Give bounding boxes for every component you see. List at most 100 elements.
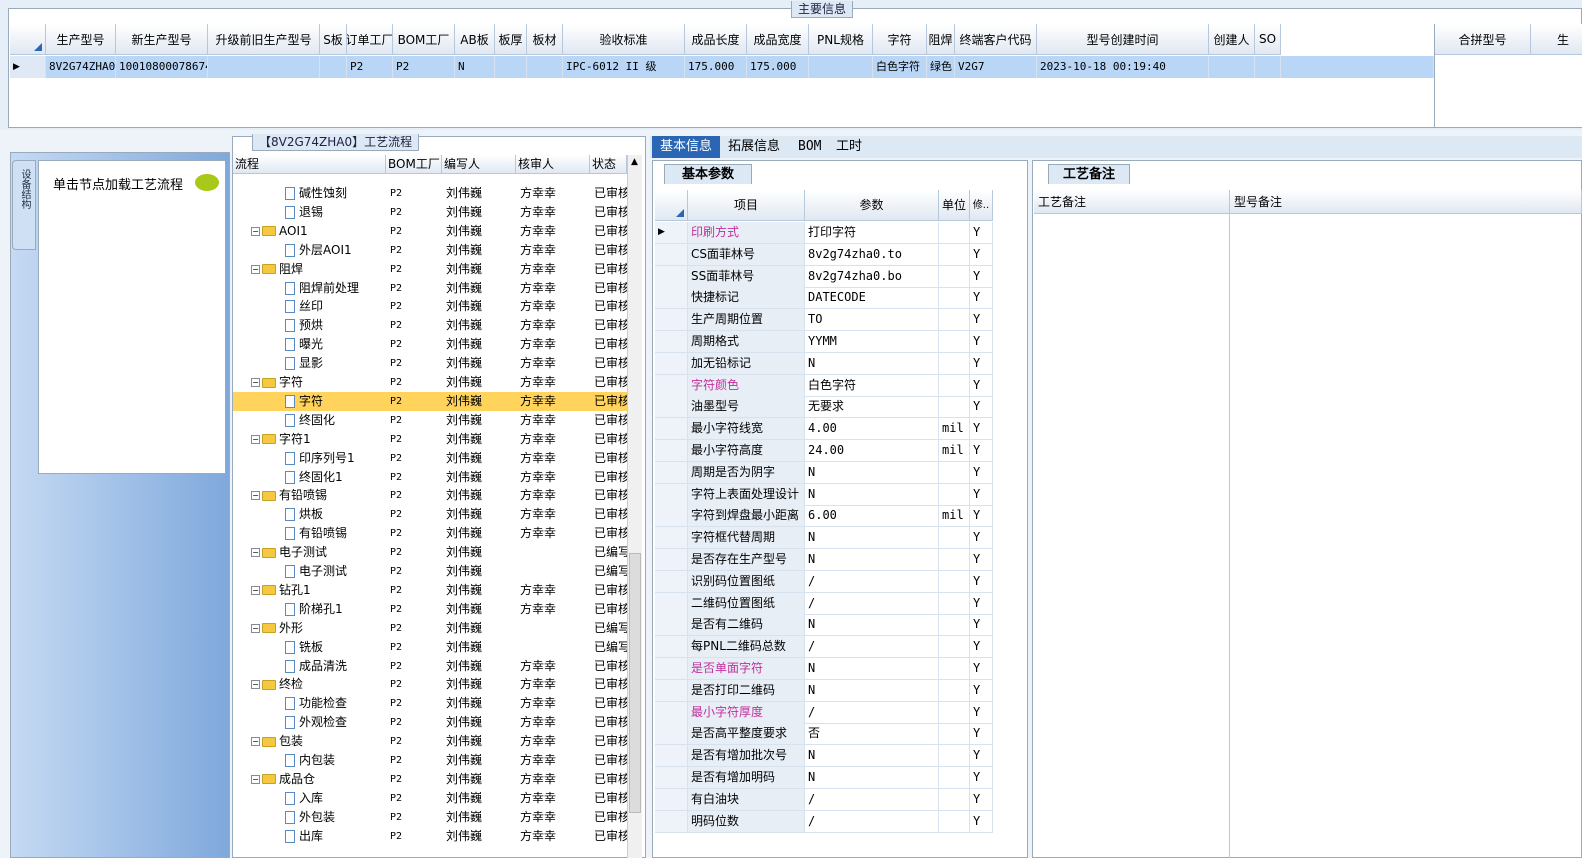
collapse-icon[interactable]: − — [251, 680, 260, 690]
param-row-indicator[interactable] — [655, 658, 688, 680]
device-structure-tab[interactable]: 设备结构 — [12, 160, 36, 250]
collapse-icon[interactable]: − — [251, 737, 260, 747]
tree-col-header[interactable]: 状态 — [590, 155, 627, 174]
param-row[interactable]: 字符上表面处理设计 N Y — [655, 483, 1023, 506]
tree-row[interactable]: 丝印 P2 刘伟巍 方幸幸 已审核 — [233, 297, 627, 316]
main-cell[interactable] — [1209, 56, 1255, 78]
main-col-header[interactable]: 字符 — [873, 24, 927, 55]
tree-row[interactable]: 碱性蚀刻 P2 刘伟巍 方幸幸 已审核 — [233, 184, 627, 203]
param-row-indicator[interactable] — [655, 243, 688, 266]
main-cell[interactable]: IPC-6012 II 级 — [563, 56, 685, 78]
tree-row[interactable]: − 阻焊 P2 刘伟巍 方幸幸 已审核 — [233, 260, 627, 279]
param-cell-value[interactable]: 无要求 — [805, 396, 939, 419]
param-cell-value[interactable]: / — [805, 810, 939, 833]
main-cell[interactable]: V2G7 — [955, 56, 1037, 78]
param-row-indicator[interactable] — [655, 265, 688, 288]
param-cell-value[interactable]: N — [805, 658, 939, 680]
tree-row[interactable]: − 字符1 P2 刘伟巍 方幸幸 已审核 — [233, 430, 627, 449]
tree-row[interactable]: 有铅喷锡 P2 刘伟巍 方幸幸 已审核 — [233, 524, 627, 543]
tab-bom[interactable]: BOM — [790, 136, 829, 158]
param-cell-value[interactable]: N — [805, 483, 939, 506]
param-cell-value[interactable]: DATECODE — [805, 287, 939, 310]
tree-col-header[interactable]: 编写人 — [442, 155, 516, 174]
model-remark-header[interactable]: 型号备注 — [1230, 190, 1582, 214]
param-cell-value[interactable]: YYMM — [805, 331, 939, 353]
param-cell-value[interactable]: / — [805, 592, 939, 615]
param-cell-value[interactable]: 打印字符 — [805, 222, 939, 244]
param-row[interactable]: 是否高平整度要求否 Y — [655, 723, 1023, 746]
param-row[interactable]: SS面菲林号 8v2g74zha0.bo Y — [655, 265, 1023, 288]
param-cell-value[interactable]: / — [805, 788, 939, 811]
tree-row[interactable]: 电子测试 P2 刘伟巍 已编写 — [233, 562, 627, 581]
main-col-header[interactable]: 板厚 — [495, 24, 527, 55]
tree-row[interactable]: 退锡 P2 刘伟巍 方幸幸 已审核 — [233, 203, 627, 222]
tree-row[interactable]: 显影 P2 刘伟巍 方幸幸 已审核 — [233, 354, 627, 373]
param-cell-value[interactable]: N — [805, 679, 939, 702]
main-cell[interactable]: N — [455, 56, 495, 78]
load-process-box[interactable]: 单击节点加载工艺流程 — [38, 160, 226, 474]
main-col-header[interactable]: 阻焊 — [927, 24, 955, 55]
main-cell[interactable]: 8V2G74ZHA0 — [46, 56, 116, 78]
tree-row[interactable]: 阶梯孔1 P2 刘伟巍 方幸幸 已审核 — [233, 600, 627, 619]
merge-model-header[interactable]: 合拼型号 — [1435, 24, 1531, 55]
param-row[interactable]: 字符颜色 白色字符 Y — [655, 374, 1023, 397]
param-row[interactable]: 生产周期位置 TO Y — [655, 309, 1023, 332]
main-cell[interactable] — [320, 56, 347, 78]
param-row-indicator[interactable] — [655, 418, 688, 441]
param-cell-value[interactable]: N — [805, 549, 939, 571]
param-row[interactable]: 明码位数 / Y — [655, 810, 1023, 833]
tree-row[interactable]: 曝光 P2 刘伟巍 方幸幸 已审核 — [233, 335, 627, 354]
param-row-indicator[interactable] — [655, 483, 688, 506]
param-row[interactable]: 是否单面字符 N Y — [655, 658, 1023, 680]
main-col-header[interactable]: 新生产型号 — [116, 24, 208, 55]
param-row-indicator[interactable] — [655, 636, 688, 659]
param-row-indicator[interactable] — [655, 352, 688, 375]
tree-row[interactable]: 外层AOI1 P2 刘伟巍 方幸幸 已审核 — [233, 241, 627, 260]
tree-row[interactable]: 入库 P2 刘伟巍 方幸幸 已审核 — [233, 789, 627, 808]
param-row-indicator[interactable] — [655, 549, 688, 571]
collapse-icon[interactable]: − — [251, 623, 260, 633]
main-info-grid[interactable]: 生产型号 新生产型号 升级前旧生产型号 S板 订单工厂 BOM工厂 AB板 板厚 板材 验收标准成… — [10, 24, 1434, 127]
main-cell[interactable]: 175.000 — [747, 56, 809, 78]
tree-row[interactable]: 烘板 P2 刘伟巍 方幸幸 已审核 — [233, 505, 627, 524]
param-row-indicator[interactable] — [655, 701, 688, 724]
tree-row[interactable]: 功能检查 P2 刘伟巍 方幸幸 已审核 — [233, 694, 627, 713]
param-row[interactable]: 最小字符线宽 4.00 mil Y — [655, 418, 1023, 441]
tab-basic-info[interactable]: 基本信息 — [652, 136, 721, 158]
param-row[interactable]: 是否打印二维码 N Y — [655, 679, 1023, 702]
tree-row[interactable]: 终固化 P2 刘伟巍 方幸幸 已审核 — [233, 411, 627, 430]
main-col-header[interactable]: 订单工厂 — [347, 24, 393, 55]
param-row-indicator[interactable] — [655, 788, 688, 811]
param-row[interactable]: 加无铅标记 N Y — [655, 352, 1023, 375]
tree-row[interactable]: 外观检查 P2 刘伟巍 方幸幸 已审核 — [233, 713, 627, 732]
main-cell[interactable]: 白色字符 — [873, 56, 927, 78]
param-row-indicator[interactable] — [655, 723, 688, 746]
main-col-header[interactable]: 创建人 — [1209, 24, 1255, 55]
param-row-indicator[interactable] — [655, 527, 688, 550]
param-row[interactable]: 是否有增加明码 N Y — [655, 767, 1023, 789]
tree-row[interactable]: 出库 P2 刘伟巍 方幸幸 已审核 — [233, 827, 627, 846]
tree-col-header[interactable]: BOM工厂 — [386, 155, 442, 174]
tree-row[interactable]: 预烘 P2 刘伟巍 方幸幸 已审核 — [233, 316, 627, 335]
param-row[interactable]: CS面菲林号 8v2g74zha0.to Y — [655, 243, 1023, 266]
param-row[interactable]: 快捷标记 DATECODE Y — [655, 287, 1023, 310]
param-row-indicator[interactable] — [655, 592, 688, 615]
main-col-header[interactable]: 生产型号 — [46, 24, 116, 55]
scroll-thumb[interactable] — [629, 553, 641, 813]
collapse-icon[interactable]: − — [251, 226, 260, 236]
tree-row[interactable]: 印序列号1 P2 刘伟巍 方幸幸 已审核 — [233, 449, 627, 468]
main-col-header[interactable]: 成品长度 — [685, 24, 747, 55]
param-row[interactable]: 周期是否为阴字 N Y — [655, 461, 1023, 484]
param-row[interactable]: 字符框代替周期 N Y — [655, 527, 1023, 550]
param-row-indicator[interactable] — [655, 440, 688, 462]
param-cell-value[interactable]: N — [805, 352, 939, 375]
tree-row[interactable]: 内包装 P2 刘伟巍 方幸幸 已审核 — [233, 751, 627, 770]
row-indicator[interactable]: ▶ — [10, 56, 46, 78]
param-row[interactable]: 周期格式 YYMM Y — [655, 331, 1023, 353]
param-row[interactable]: 是否有增加批次号 N Y — [655, 745, 1023, 768]
param-cell-value[interactable]: / — [805, 636, 939, 659]
param-cell-value[interactable]: TO — [805, 309, 939, 332]
main-col-header[interactable]: BOM工厂 — [393, 24, 455, 55]
param-row-indicator[interactable]: ▶ — [655, 222, 688, 244]
param-cell-value[interactable]: N — [805, 527, 939, 550]
